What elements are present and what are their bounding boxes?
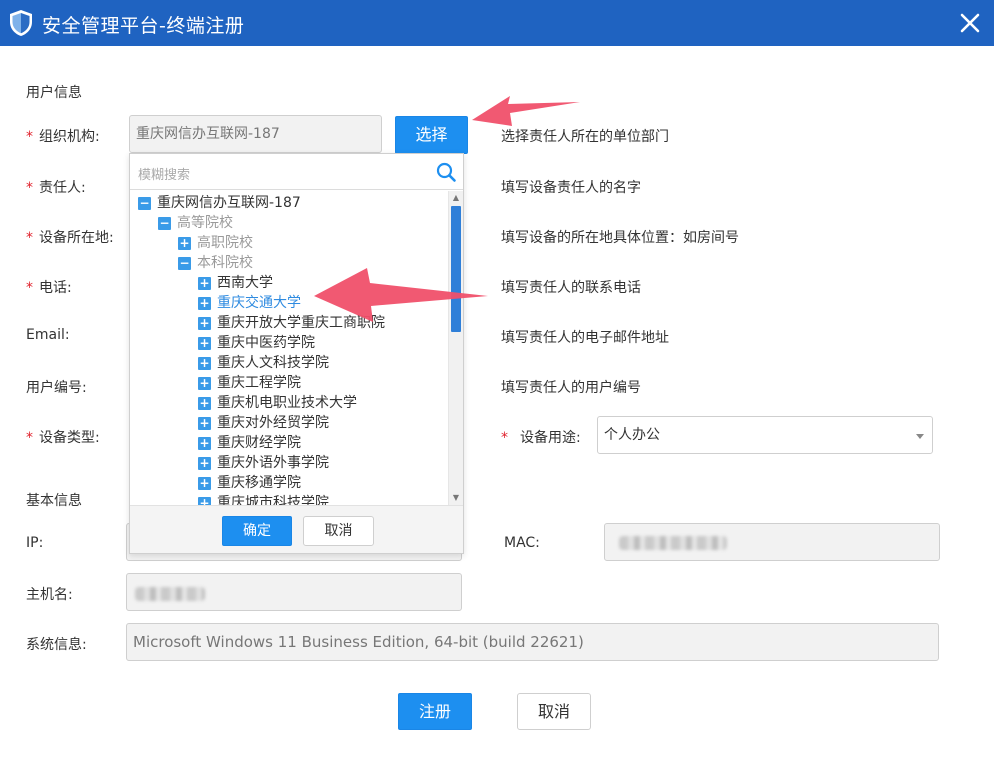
tree-node-label: 西南大学 — [217, 275, 273, 291]
tree-node-label: 重庆网信办互联网-187 — [157, 195, 301, 211]
device-use-select[interactable]: 个人办公 — [597, 416, 933, 454]
tree-node[interactable]: + 重庆人文科技学院 — [198, 353, 329, 373]
tree-node[interactable]: + 重庆城市科技学院 — [198, 493, 329, 505]
section-basic-info: 基本信息 — [26, 493, 82, 509]
expand-icon[interactable]: + — [198, 416, 211, 430]
org-tree-dropdown: 模糊搜索 − 重庆网信办互联网-187− 高等院校 + 高职院校 − 本科院校 + 西南大学 + 重… — [129, 153, 464, 554]
tree-node-label: 重庆机电职业技术大学 — [217, 395, 357, 411]
user-no-hint: 填写责任人的用户编号 — [501, 380, 641, 396]
expand-icon[interactable]: + — [198, 296, 211, 310]
tree-confirm-button[interactable]: 确定 — [222, 516, 292, 546]
location-hint: 填写设备的所在地具体位置：如房间号 — [501, 230, 739, 246]
mac-value-redacted — [619, 536, 727, 550]
tree-node[interactable]: + 重庆工程学院 — [198, 373, 301, 393]
expand-icon[interactable]: + — [198, 276, 211, 290]
collapse-icon[interactable]: − — [178, 256, 191, 270]
tree-node[interactable]: + 重庆开放大学重庆工商职院 — [198, 313, 385, 333]
user-no-label: 用户编号: — [26, 380, 87, 396]
owner-hint: 填写设备责任人的名字 — [501, 180, 641, 196]
cancel-button[interactable]: 取消 — [517, 693, 591, 730]
email-hint: 填写责任人的电子邮件地址 — [501, 330, 669, 346]
tree-panel-footer: 确定 取消 — [130, 505, 463, 553]
device-type-label: * 设备类型: — [26, 430, 100, 446]
tree-node[interactable]: + 西南大学 — [198, 273, 273, 293]
title-bar: 安全管理平台-终端注册 — [0, 0, 994, 46]
mac-field[interactable] — [604, 523, 940, 561]
hostname-label: 主机名: — [26, 587, 73, 603]
tree-node[interactable]: + 重庆移通学院 — [198, 473, 301, 493]
tree-node[interactable]: + 重庆对外经贸学院 — [198, 413, 329, 433]
search-icon[interactable] — [435, 161, 457, 183]
sysinfo-label: 系统信息: — [26, 637, 87, 653]
shield-icon — [10, 10, 32, 36]
tree-node-label: 高职院校 — [197, 235, 253, 251]
expand-icon[interactable]: + — [198, 356, 211, 370]
email-label: Email: — [26, 327, 70, 343]
sysinfo-field[interactable]: Microsoft Windows 11 Business Edition, 6… — [126, 623, 939, 661]
scroll-up-icon[interactable]: ▲ — [451, 192, 461, 204]
org-tree: − 重庆网信办互联网-187− 高等院校 + 高职院校 − 本科院校 + 西南大学 + 重庆交通大学… — [130, 191, 448, 505]
expand-icon[interactable]: + — [198, 456, 211, 470]
annotation-arrow — [472, 96, 580, 126]
mac-label: MAC: — [504, 535, 540, 551]
org-label: * 组织机构: — [26, 129, 100, 145]
org-hint: 选择责任人所在的单位部门 — [501, 129, 669, 145]
org-field[interactable]: 重庆网信办互联网-187 — [129, 115, 382, 153]
tree-node-label: 重庆移通学院 — [217, 475, 301, 491]
close-icon[interactable] — [956, 9, 984, 37]
tree-node[interactable]: + 重庆机电职业技术大学 — [198, 393, 357, 413]
tree-node[interactable]: − 本科院校 — [178, 253, 253, 273]
tree-node-label: 本科院校 — [197, 255, 253, 271]
register-button[interactable]: 注册 — [398, 693, 472, 730]
tree-node-label: 重庆城市科技学院 — [217, 495, 329, 505]
tree-node-label: 重庆开放大学重庆工商职院 — [217, 315, 385, 331]
phone-label: * 电话: — [26, 280, 72, 296]
tree-node[interactable]: + 重庆中医药学院 — [198, 333, 315, 353]
ip-label: IP: — [26, 535, 44, 551]
device-use-value: 个人办公 — [604, 427, 660, 443]
expand-icon[interactable]: + — [198, 436, 211, 450]
tree-node-label: 重庆工程学院 — [217, 375, 301, 391]
tree-node[interactable]: + 高职院校 — [178, 233, 253, 253]
tree-search-placeholder: 模糊搜索 — [138, 168, 191, 183]
tree-node-label: 高等院校 — [177, 215, 233, 231]
expand-icon[interactable]: + — [198, 476, 211, 490]
phone-hint: 填写责任人的联系电话 — [501, 280, 641, 296]
tree-node[interactable]: + 重庆交通大学 — [198, 293, 301, 313]
tree-node[interactable]: + 重庆财经学院 — [198, 433, 301, 453]
tree-search-input[interactable]: 模糊搜索 — [130, 154, 463, 190]
tree-node-label: 重庆对外经贸学院 — [217, 415, 329, 431]
location-label: * 设备所在地: — [26, 230, 114, 246]
tree-node-label: 重庆中医药学院 — [217, 335, 315, 351]
expand-icon[interactable]: + — [198, 496, 211, 505]
scroll-down-icon[interactable]: ▼ — [451, 492, 461, 504]
chevron-down-icon — [916, 434, 924, 439]
tree-node[interactable]: − 重庆网信办互联网-187 — [138, 193, 301, 213]
collapse-icon[interactable]: − — [158, 216, 171, 230]
expand-icon[interactable]: + — [198, 316, 211, 330]
scroll-thumb[interactable] — [451, 206, 461, 332]
tree-cancel-button[interactable]: 取消 — [303, 516, 374, 546]
tree-node-label: 重庆外语外事学院 — [217, 455, 329, 471]
tree-node[interactable]: − 高等院校 — [158, 213, 233, 233]
window-title: 安全管理平台-终端注册 — [42, 15, 245, 37]
collapse-icon[interactable]: − — [138, 196, 151, 210]
tree-scrollbar[interactable]: ▲ ▼ — [448, 191, 463, 505]
expand-icon[interactable]: + — [178, 236, 191, 250]
tree-node[interactable]: + 重庆外语外事学院 — [198, 453, 329, 473]
expand-icon[interactable]: + — [198, 396, 211, 410]
hostname-value-redacted — [135, 587, 205, 601]
expand-icon[interactable]: + — [198, 376, 211, 390]
owner-label: * 责任人: — [26, 180, 86, 196]
expand-icon[interactable]: + — [198, 336, 211, 350]
device-use-label: * 设备用途: — [501, 430, 581, 446]
select-org-button[interactable]: 选择 — [395, 116, 468, 154]
tree-node-label: 重庆人文科技学院 — [217, 355, 329, 371]
section-user-info: 用户信息 — [26, 85, 82, 101]
tree-node-label: 重庆财经学院 — [217, 435, 301, 451]
hostname-field[interactable] — [126, 573, 462, 611]
tree-node-label: 重庆交通大学 — [217, 295, 301, 311]
